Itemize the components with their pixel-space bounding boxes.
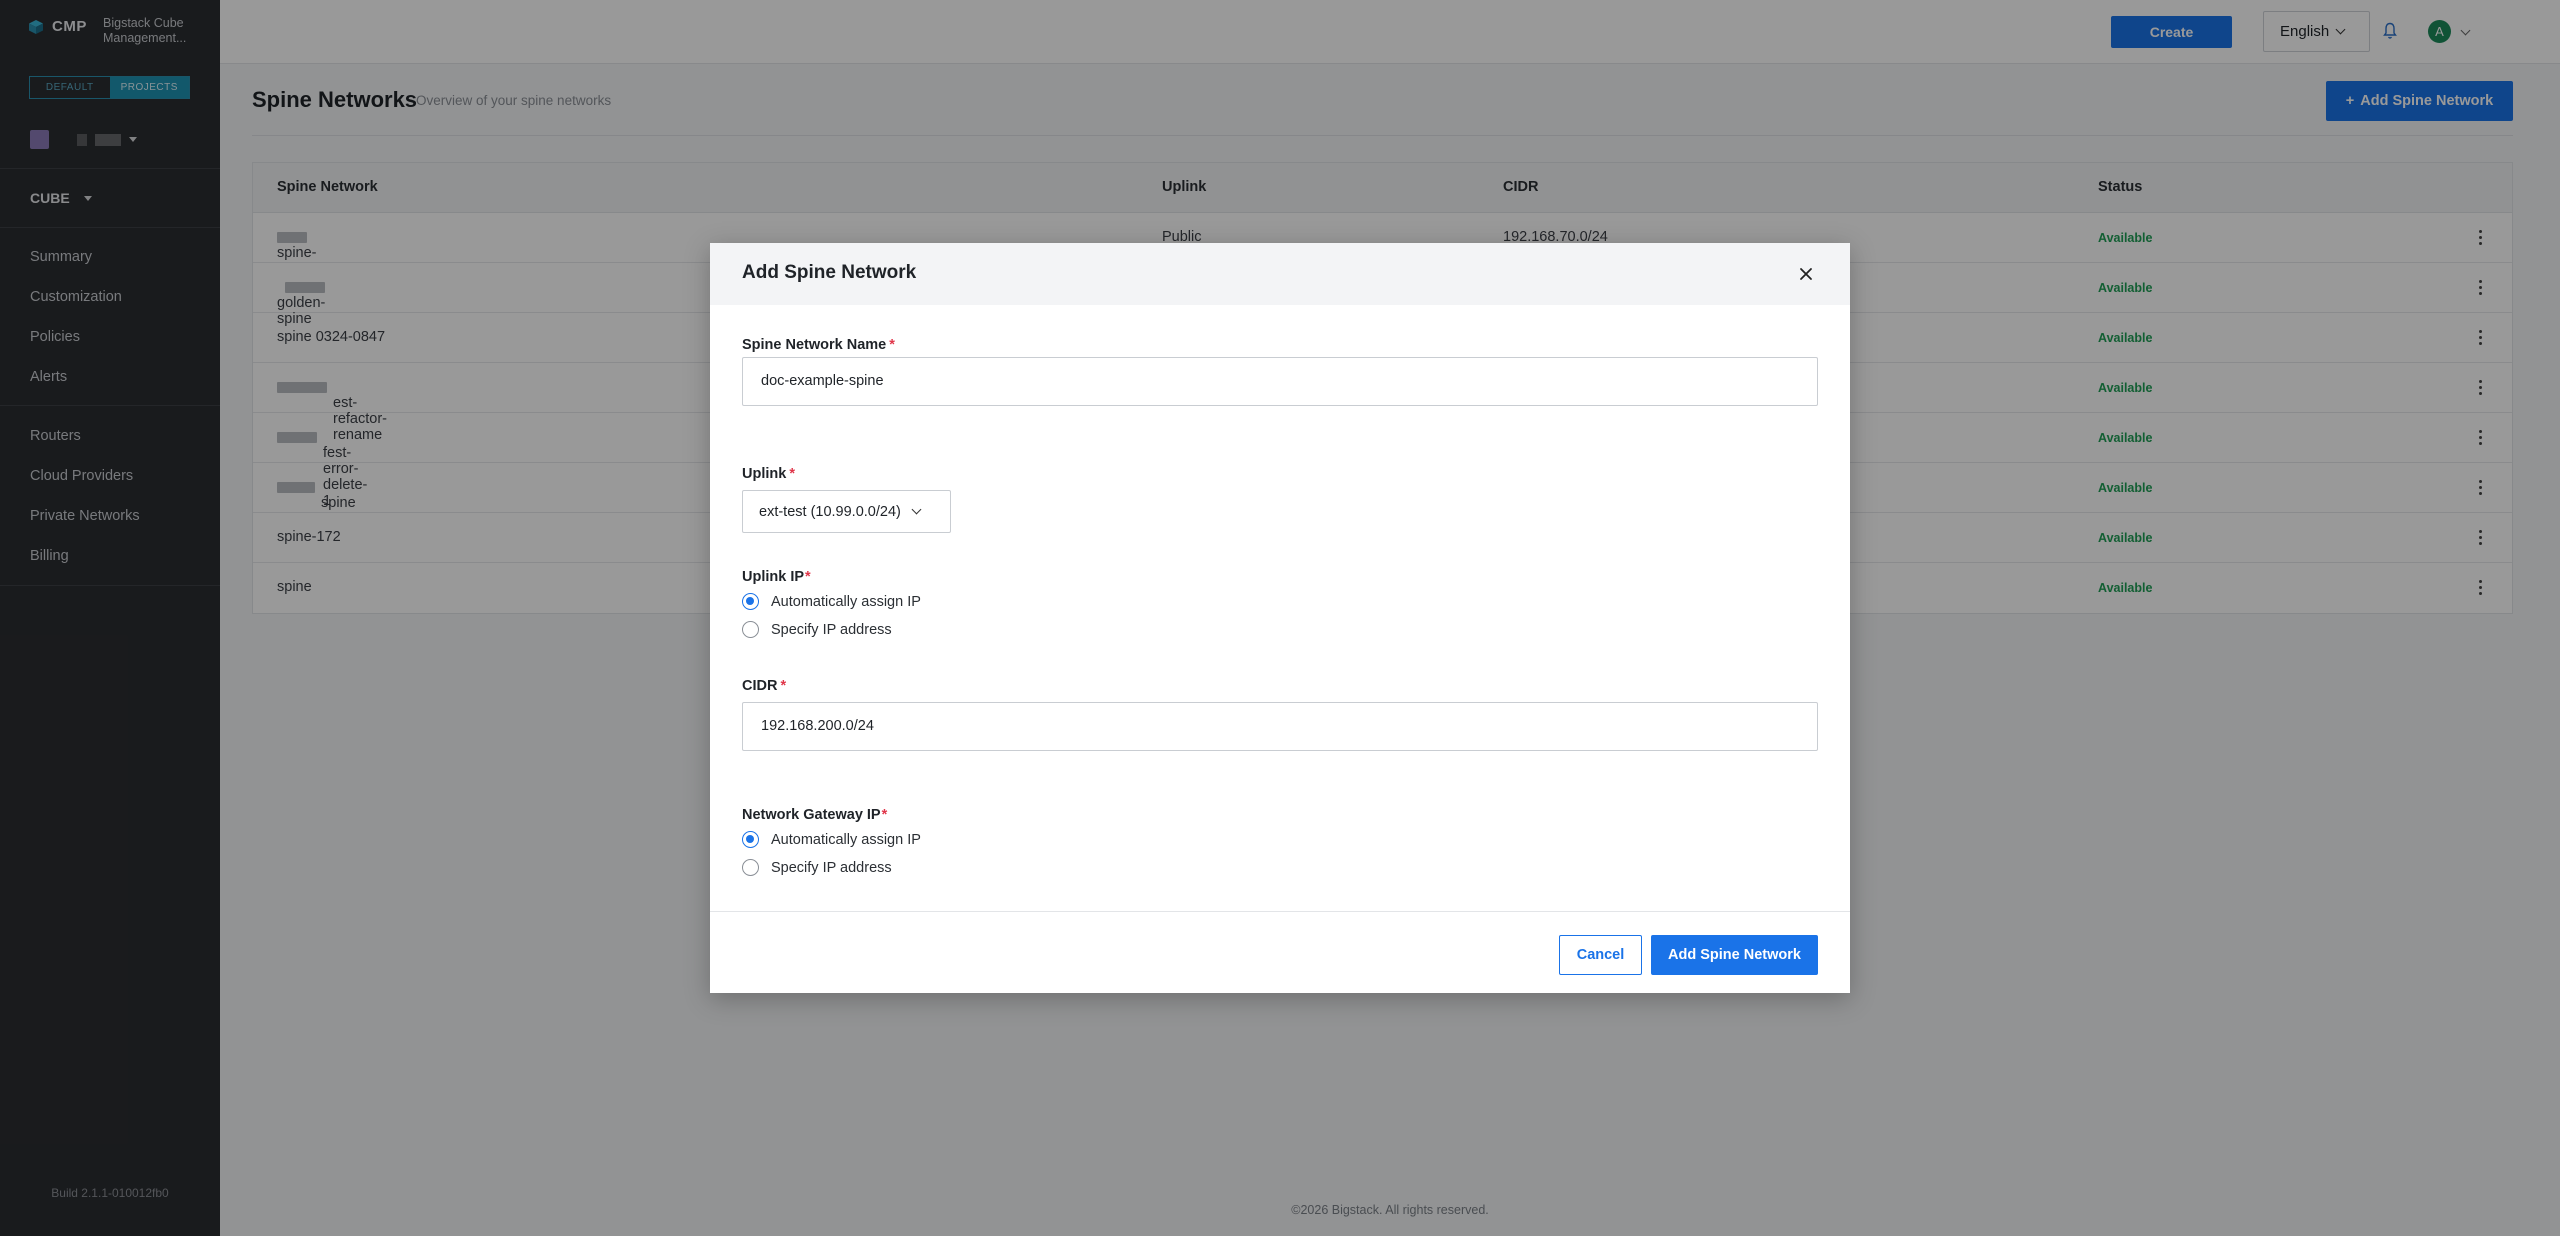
required-asterisk: *: [889, 337, 895, 353]
dialog-title: Add Spine Network: [742, 262, 917, 283]
uplink-ip-auto-radio[interactable]: Automatically assign IP: [742, 593, 921, 610]
required-asterisk: *: [881, 807, 888, 823]
uplink-select-value: ext-test (10.99.0.0/24): [759, 503, 901, 520]
cancel-button[interactable]: Cancel: [1559, 935, 1642, 975]
spine-network-name-input[interactable]: doc-example-spine: [742, 357, 1818, 406]
close-icon[interactable]: [1798, 266, 1814, 282]
submit-add-spine-network-button[interactable]: Add Spine Network: [1651, 935, 1818, 975]
uplink-select[interactable]: ext-test (10.99.0.0/24): [742, 490, 951, 533]
uplink-ip-label: Uplink IP*: [742, 569, 811, 585]
cidr-label: CIDR *: [742, 678, 787, 694]
spine-network-name-label: Spine Network Name *: [742, 337, 895, 353]
radio-label: Specify IP address: [771, 621, 892, 638]
radio-label: Specify IP address: [771, 859, 892, 876]
required-asterisk: *: [789, 466, 795, 482]
add-spine-network-dialog: Add Spine Network Spine Network Name * do…: [710, 243, 1850, 993]
gateway-ip-auto-radio[interactable]: Automatically assign IP: [742, 831, 921, 848]
radio-selected-icon[interactable]: [742, 831, 759, 848]
dialog-footer-divider: [710, 911, 1850, 912]
required-asterisk: *: [805, 569, 811, 585]
chevron-down-icon: [911, 504, 922, 515]
radio-unselected-icon[interactable]: [742, 859, 759, 876]
uplink-ip-specify-radio[interactable]: Specify IP address: [742, 621, 892, 638]
gateway-ip-specify-radio[interactable]: Specify IP address: [742, 859, 892, 876]
dialog-header: Add Spine Network: [710, 243, 1850, 305]
cidr-input[interactable]: 192.168.200.0/24: [742, 702, 1818, 751]
uplink-label: Uplink *: [742, 466, 795, 482]
radio-unselected-icon[interactable]: [742, 621, 759, 638]
radio-label: Automatically assign IP: [771, 593, 921, 610]
radio-label: Automatically assign IP: [771, 831, 921, 848]
radio-selected-icon[interactable]: [742, 593, 759, 610]
network-gateway-ip-label: Network Gateway IP*: [742, 807, 888, 823]
required-asterisk: *: [780, 678, 787, 694]
